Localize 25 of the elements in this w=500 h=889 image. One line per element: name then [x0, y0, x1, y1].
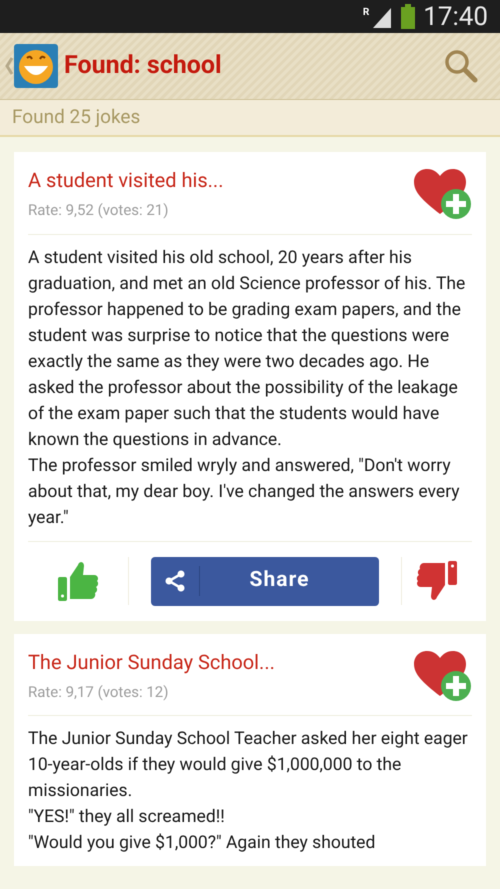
share-button[interactable]: Share	[151, 556, 379, 606]
back-chevron-icon	[4, 56, 14, 76]
joke-text: The professor smiled wryly and answered, "Don't worry about that, my dear boy. I've changed the answers every year."	[28, 454, 461, 530]
network-label: R	[362, 6, 370, 20]
search-icon[interactable]	[444, 49, 478, 83]
joke-rating: Rate: 9,52 (votes: 21)	[28, 200, 170, 221]
heart-plus-icon[interactable]	[412, 650, 472, 702]
joke-rating: Rate: 9,17 (votes: 12)	[28, 682, 170, 702]
back-button[interactable]	[4, 44, 58, 88]
joke-text: A student visited his old school, 20 years after his graduation, and met an old Science professor of his. The professor happened to be grading exam papers, and the student was surprise to notice that the questions were exactly the same as they were two decades ago. He asked the professor about the possibility of the leakage of the exam paper such that the students would have known the questions in advance.	[28, 246, 466, 452]
joke-text: "Would you give $1,000?" Again they shouted	[28, 832, 376, 855]
screen-title: Found: school	[64, 50, 222, 82]
signal-icon	[371, 6, 394, 28]
joke-title[interactable]: The Junior Sunday School...	[28, 650, 275, 674]
share-icon	[164, 570, 186, 592]
laughing-face-icon	[14, 44, 58, 88]
joke-text: The Junior Sunday School Teacher asked her eight eager 10-year-olds if they would give $1,000,000 to the missionaries.	[28, 728, 469, 803]
clock: 17:40	[423, 4, 488, 30]
heart-plus-icon[interactable]	[412, 168, 472, 220]
joke-text: "YES!" they all screamed!!	[28, 806, 226, 829]
joke-title[interactable]: A student visited his...	[28, 168, 224, 193]
thumbs-down-icon[interactable]	[415, 559, 459, 603]
results-count: Found 25 jokes	[12, 104, 140, 130]
thumbs-up-icon[interactable]	[56, 559, 100, 603]
battery-icon	[401, 4, 416, 29]
